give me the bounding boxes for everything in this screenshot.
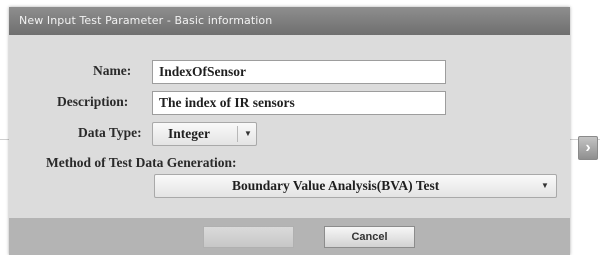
name-label: Name: [93, 63, 132, 78]
data-type-label: Data Type: [78, 125, 142, 140]
method-value: Boundary Value Analysis(BVA) Test [232, 178, 440, 193]
dialog: New Input Test Parameter - Basic informa… [9, 7, 570, 255]
dialog-title: New Input Test Parameter - Basic informa… [19, 14, 273, 27]
method-select[interactable]: Boundary Value Analysis(BVA) Test ▼ [154, 174, 557, 198]
description-label: Description: [57, 94, 129, 109]
chevron-down-icon: ▼ [541, 181, 549, 190]
description-value: The index of IR sensors [159, 95, 295, 110]
dialog-titlebar: New Input Test Parameter - Basic informa… [9, 7, 570, 35]
data-type-separator [237, 126, 238, 142]
cancel-button[interactable]: Cancel [324, 226, 415, 248]
dialog-footer: Cancel [9, 218, 570, 255]
chevron-down-icon: ▼ [244, 129, 252, 138]
chevron-right-icon: › [585, 139, 591, 156]
description-field[interactable]: The index of IR sensors [152, 91, 446, 115]
cancel-button-label: Cancel [351, 231, 388, 243]
data-type-select[interactable]: Integer ▼ [152, 122, 257, 146]
method-label: Method of Test Data Generation: [46, 155, 237, 170]
data-type-value: Integer [168, 126, 210, 141]
next-button[interactable]: › [578, 136, 598, 160]
ok-button[interactable] [203, 226, 294, 248]
name-field[interactable]: IndexOfSensor [152, 60, 446, 84]
name-value: IndexOfSensor [159, 64, 247, 79]
